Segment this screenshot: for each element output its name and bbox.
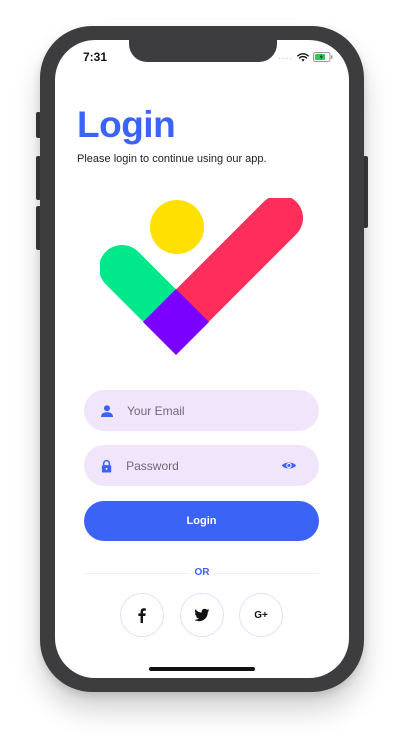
home-indicator xyxy=(149,667,255,671)
email-field[interactable] xyxy=(84,390,319,431)
twitter-login-button[interactable] xyxy=(180,593,224,637)
google-plus-icon: G+ xyxy=(254,609,268,621)
email-input[interactable] xyxy=(127,403,319,418)
eye-icon[interactable] xyxy=(281,457,297,474)
page-title: Login xyxy=(77,104,176,145)
login-button[interactable]: Login xyxy=(84,501,319,541)
status-time: 7:31 xyxy=(83,50,108,64)
twitter-icon xyxy=(194,608,210,622)
page-subtitle: Please login to continue using our app. xyxy=(77,153,267,165)
lock-icon xyxy=(101,459,112,473)
google-plus-login-button[interactable]: G+ xyxy=(239,593,283,637)
wifi-icon xyxy=(297,53,309,62)
facebook-icon xyxy=(138,608,146,623)
password-field[interactable] xyxy=(84,445,319,486)
phone-screen: 7:31 .... Login Please login to continue… xyxy=(55,40,349,678)
checkmark-logo xyxy=(100,198,303,355)
password-input[interactable] xyxy=(126,458,282,473)
notch xyxy=(129,40,277,62)
signal-dots-icon: .... xyxy=(277,51,293,62)
logo-yellow-circle xyxy=(150,200,204,254)
user-icon xyxy=(101,404,113,417)
battery-icon xyxy=(313,52,333,62)
or-label: OR xyxy=(190,567,214,578)
status-icons: .... xyxy=(278,51,333,63)
facebook-login-button[interactable] xyxy=(120,593,164,637)
